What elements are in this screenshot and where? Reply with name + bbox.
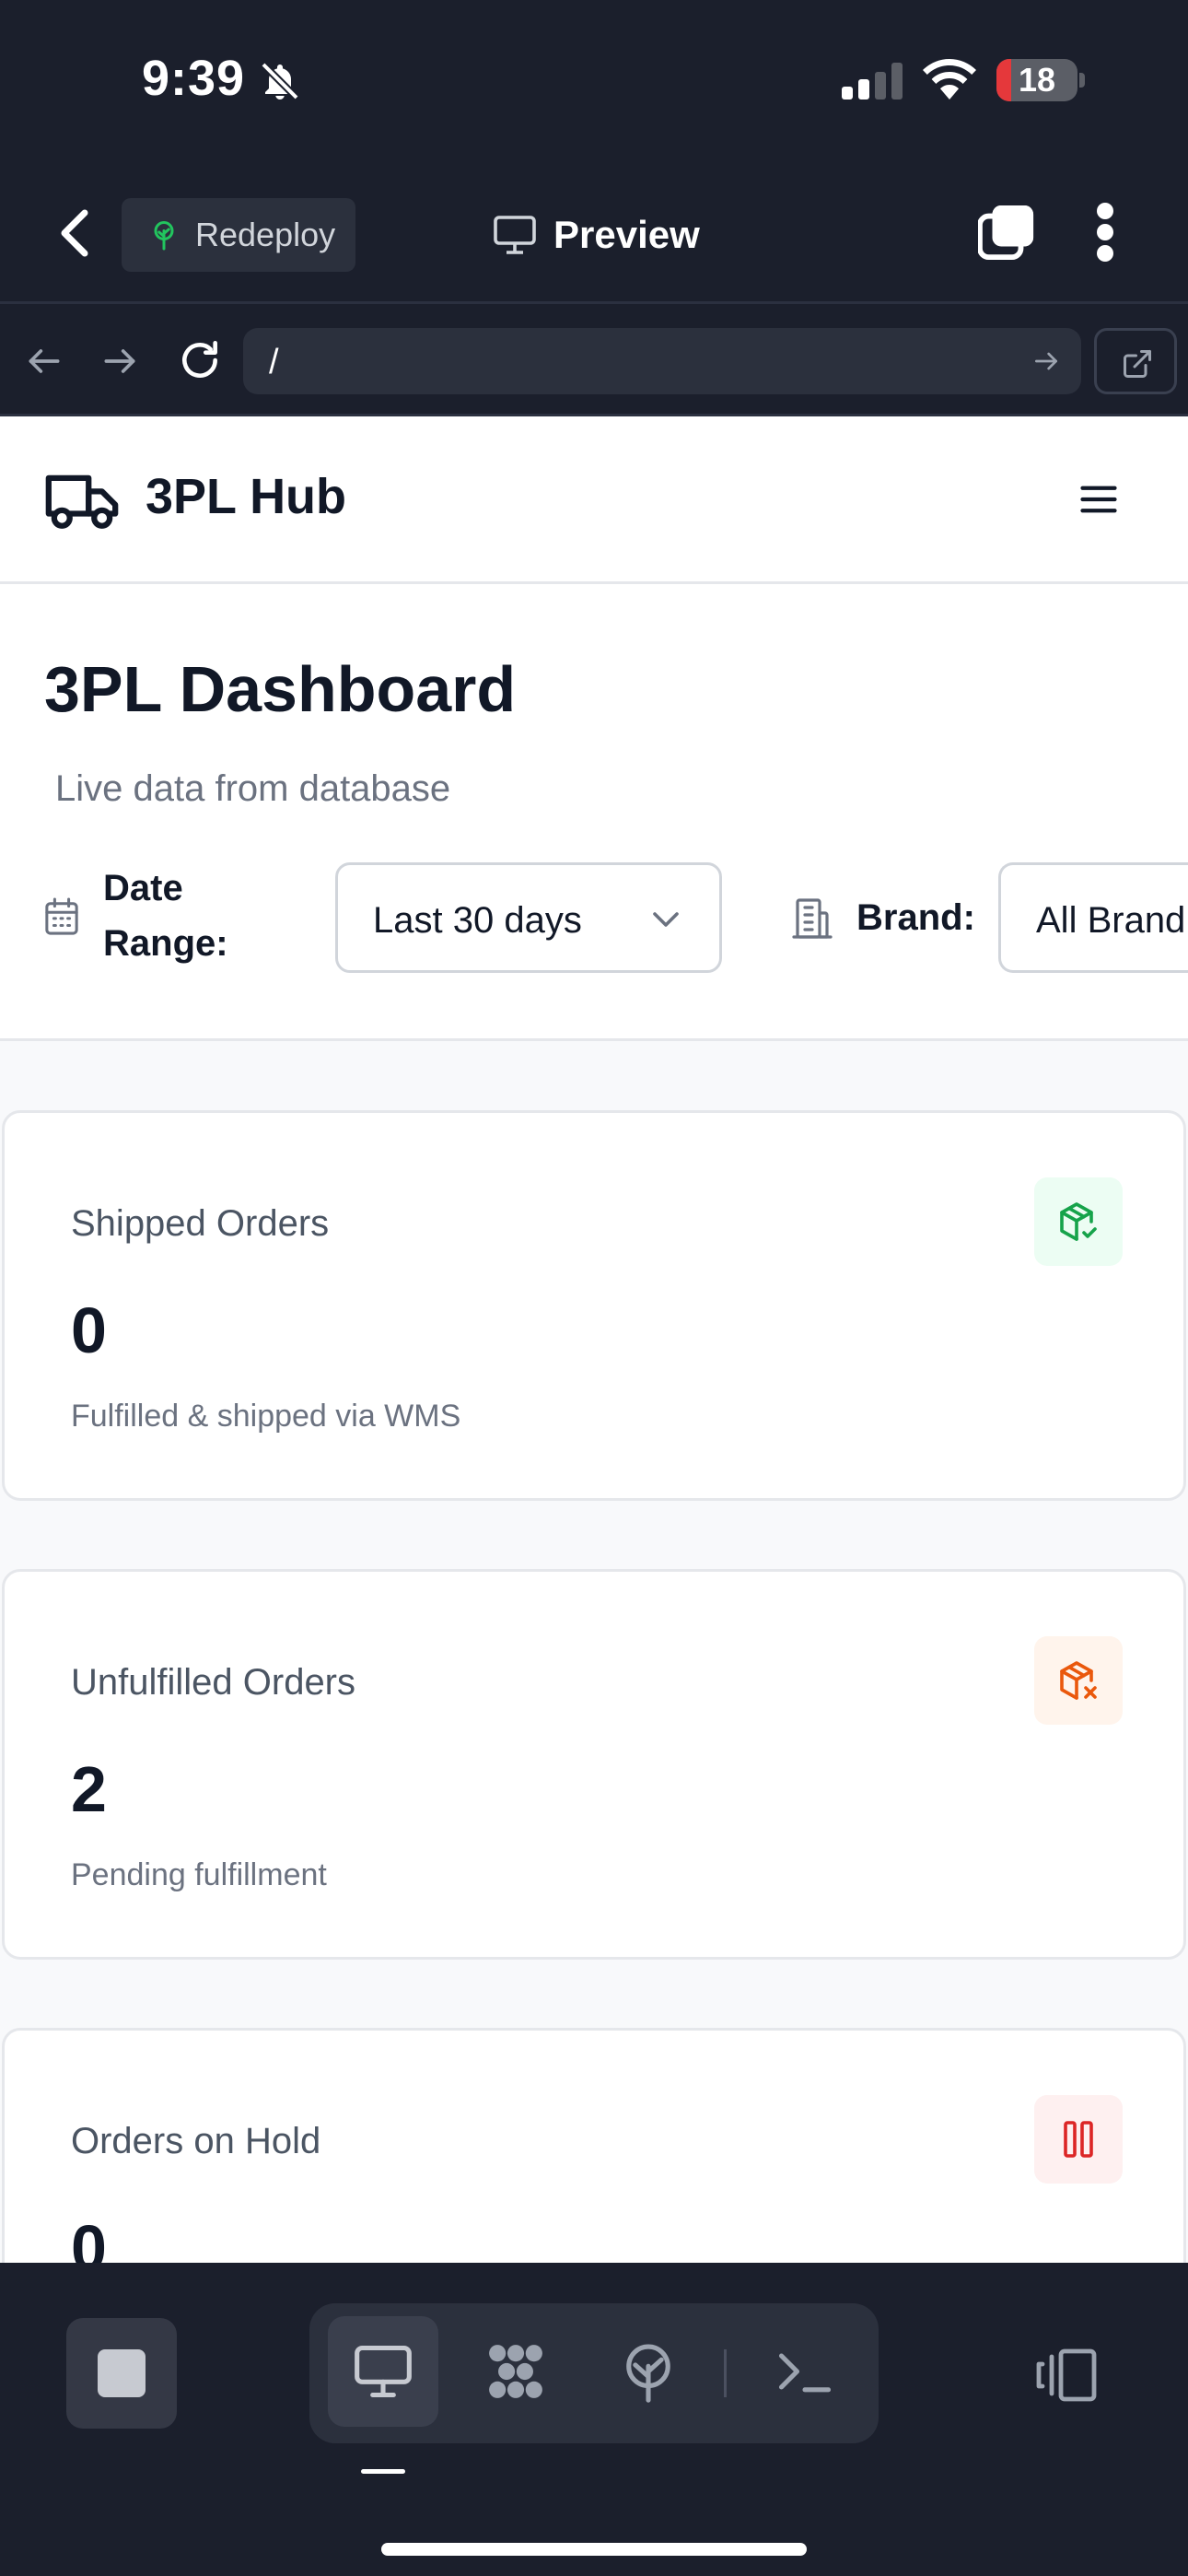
reload-icon[interactable] <box>177 337 223 383</box>
chevron-down-icon <box>653 912 679 927</box>
pause-icon <box>1064 2121 1093 2158</box>
battery-indicator: 18 <box>996 59 1085 101</box>
deploy-view-button[interactable] <box>593 2316 704 2427</box>
stat-card-title: Unfulfilled Orders <box>71 1662 356 1703</box>
package-x-icon <box>1060 1661 1097 1700</box>
redeploy-label: Redeploy <box>195 216 336 253</box>
stat-card-unfulfilled: Unfulfilled Orders 2 Pending fulfillment <box>2 1569 1186 1960</box>
external-link-icon <box>1124 350 1151 378</box>
page-title: 3PL Dashboard <box>44 653 517 725</box>
stat-card-title: Shipped Orders <box>71 1203 330 1244</box>
status-time: 9:39 <box>142 51 246 106</box>
browser-url-bar: / <box>0 304 1188 416</box>
stat-card-description: Fulfilled & shipped via WMS <box>71 1399 461 1434</box>
go-arrow-icon[interactable] <box>1031 346 1061 376</box>
cellular-signal-icon <box>842 63 903 100</box>
date-range-select[interactable]: Last 30 days <box>335 862 722 973</box>
date-range-value: Last 30 days <box>373 900 582 941</box>
monitor-icon <box>494 216 536 254</box>
brand-select-value: All Brand <box>1036 900 1186 941</box>
web-content: 3PL Hub 3PL Dashboard Live data from dat… <box>0 416 1188 2263</box>
stop-icon <box>98 2349 146 2397</box>
status-bar: 9:39 18 <box>0 0 1188 161</box>
back-chevron-icon[interactable] <box>57 207 94 259</box>
stat-card-title: Orders on Hold <box>71 2121 321 2161</box>
dashboard-header: 3PL Dashboard Live data from database Da… <box>0 584 1188 1041</box>
stat-card-on-hold: Orders on Hold 0 <box>2 2028 1186 2263</box>
view-switcher <box>309 2303 879 2443</box>
arrow-left-icon[interactable] <box>24 341 64 381</box>
arrow-right-icon[interactable] <box>99 341 140 381</box>
antenna-tree-icon <box>626 2344 670 2403</box>
site-brand[interactable]: 3PL Hub <box>146 468 346 525</box>
battery-level: 18 <box>1018 61 1056 99</box>
stat-card-icon-badge <box>1034 1177 1123 1266</box>
package-check-icon <box>1060 1202 1097 1241</box>
calendar-icon <box>45 897 78 935</box>
wifi-icon <box>923 59 976 100</box>
toolbar-divider <box>724 2349 727 2397</box>
stop-button[interactable] <box>66 2318 177 2429</box>
device-switch-icon[interactable] <box>1033 2348 1098 2403</box>
app-toolbar: Redeploy Preview <box>0 161 1188 304</box>
hamburger-menu-icon[interactable] <box>1079 483 1118 516</box>
truck-icon <box>45 474 119 529</box>
bottom-toolbar <box>0 2263 1188 2576</box>
url-input[interactable]: / <box>243 328 1081 394</box>
stat-card-icon-badge <box>1034 2095 1123 2184</box>
workspace-view-button[interactable] <box>460 2316 571 2427</box>
terminal-prompt-icon <box>778 2353 832 2393</box>
stat-card-icon-badge <box>1034 1636 1123 1725</box>
brand-filter-label: Brand: <box>856 897 975 938</box>
deploy-tree-icon <box>154 221 174 251</box>
brand-select[interactable]: All Brand <box>998 862 1188 973</box>
stat-card-description: Pending fulfillment <box>71 1857 327 1892</box>
home-indicator <box>381 2543 807 2556</box>
active-view-indicator <box>361 2469 405 2474</box>
preview-label: Preview <box>553 213 700 256</box>
monitor-icon <box>355 2345 412 2398</box>
redeploy-button[interactable]: Redeploy <box>122 198 355 272</box>
preview-title: Preview <box>493 207 700 263</box>
date-range-label: Date Range: <box>103 868 228 964</box>
site-header: 3PL Hub <box>0 416 1188 584</box>
more-vertical-icon[interactable] <box>1094 202 1116 263</box>
open-external-button[interactable] <box>1094 328 1177 394</box>
page-subtitle: Live data from database <box>55 768 451 809</box>
workspace-blocks-icon <box>489 2345 542 2398</box>
url-text: / <box>269 343 279 381</box>
building-icon <box>792 898 833 939</box>
stat-card-shipped: Shipped Orders 0 Fulfilled & shipped via… <box>2 1110 1186 1501</box>
terminal-button[interactable] <box>750 2316 860 2427</box>
preview-view-button[interactable] <box>328 2316 438 2427</box>
bell-muted-icon <box>261 62 299 100</box>
stat-card-value: 2 <box>71 1753 107 1825</box>
tabs-icon[interactable] <box>978 204 1035 261</box>
stat-card-value: 0 <box>71 1294 107 1366</box>
stat-card-value: 0 <box>71 2212 107 2263</box>
